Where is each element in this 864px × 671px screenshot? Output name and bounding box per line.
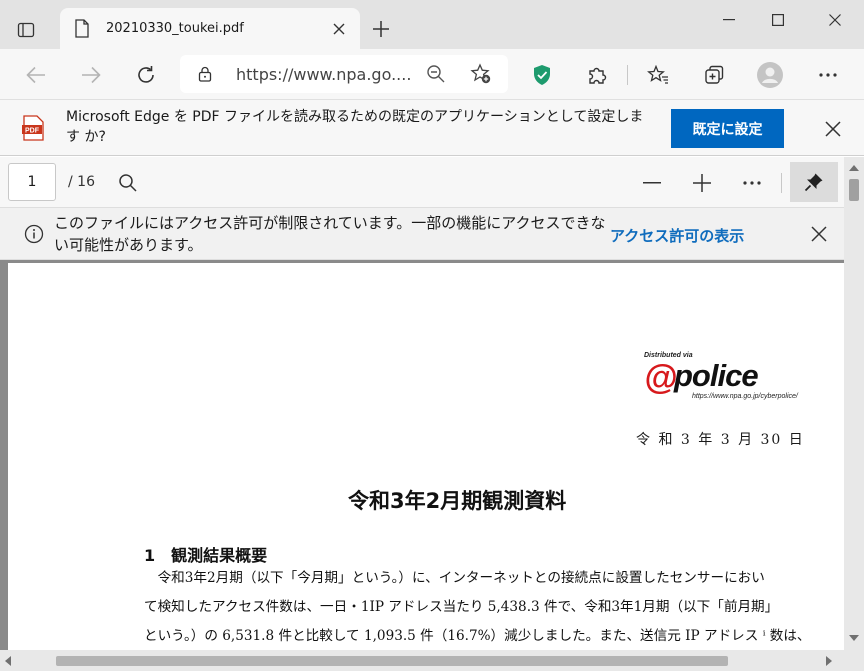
paragraph-line: 令和3年2月期（以下「今月期」という。）に、インターネットとの接続点に設置したセ… [144,570,765,586]
zoom-out-icon[interactable] [426,64,446,84]
toolbar-divider [627,65,628,85]
avatar-icon [757,62,783,88]
pdf-document-area[interactable]: Distributed via @ police https://www.npa… [0,260,844,650]
pdf-toolbar: 1 / 16 [0,157,864,208]
vertical-scroll-thumb[interactable] [849,179,859,201]
pdf-more-button[interactable] [738,169,766,197]
maximize-button[interactable] [751,0,805,40]
pin-icon [804,173,823,192]
document-icon [74,19,90,38]
close-icon [811,226,827,242]
close-icon [825,121,841,137]
pdf-icon: PDF [22,115,44,141]
horizontal-scrollbar[interactable] [0,650,864,671]
extensions-button[interactable] [581,59,613,91]
favorites-icon [647,65,668,84]
scroll-left-icon[interactable] [5,656,11,666]
minimize-icon [723,19,735,21]
view-permissions-link[interactable]: アクセス許可の表示 [610,225,744,246]
navigation-bar: https://www.npa.go.... [0,49,864,99]
document-title: 令和3年2月期観測資料 [348,489,567,513]
plus-icon [373,21,389,37]
favorites-button[interactable] [642,59,674,91]
zoom-out-button[interactable] [638,169,666,197]
more-icon [743,181,761,185]
body-paragraph: 令和3年2月期（以下「今月期」という。）に、インターネットとの接続点に設置したセ… [144,564,824,650]
refresh-button[interactable] [130,59,162,91]
collections-icon [705,65,724,84]
horizontal-scroll-thumb[interactable] [56,656,728,666]
minus-icon [643,182,661,184]
profile-button[interactable] [754,59,786,91]
vertical-scrollbar[interactable] [844,157,864,650]
infobar-close-button[interactable] [820,116,846,142]
scroll-right-icon[interactable] [826,656,832,666]
document-date: 令 和 3 年 3 月 30 日 [636,432,805,448]
toolbar-divider [781,173,782,193]
tab-actions-icon [17,22,35,38]
logo-brand: police [674,358,759,393]
shield-icon [534,65,550,85]
logo-url: https://www.npa.go.jp/cyberpolice/ [692,393,798,400]
pdf-badge-text: PDF [25,127,40,134]
arrow-right-icon [82,66,101,84]
collections-button[interactable] [698,59,730,91]
zoom-in-button[interactable] [688,169,716,197]
pin-toolbar-button[interactable] [790,162,838,202]
tab-actions-button[interactable] [8,12,44,48]
back-button[interactable] [20,59,52,91]
new-tab-button[interactable] [366,14,396,44]
page-number-input[interactable]: 1 [8,163,56,201]
find-button[interactable] [114,169,142,197]
url-text[interactable]: https://www.npa.go.... [236,65,411,84]
lock-icon[interactable] [198,66,212,82]
search-icon [119,174,137,192]
maximize-icon [772,14,784,26]
tab-title: 20210330_toukei.pdf [106,21,244,36]
scroll-up-icon[interactable] [849,165,859,171]
browser-essentials-button[interactable] [526,59,558,91]
arrow-left-icon [26,66,45,84]
address-bar[interactable]: https://www.npa.go.... [180,55,508,93]
infobar-message: Microsoft Edge を PDF ファイルを読み取るための既定のアプリケ… [66,109,644,145]
access-warning-message: このファイルにはアクセス許可が制限されています。一部の機能にアクセスできない可能… [54,214,606,254]
add-favorite-icon[interactable] [470,63,492,85]
close-icon [333,23,345,35]
forward-button[interactable] [75,59,107,91]
tab-close-button[interactable] [328,18,350,40]
minimize-button[interactable] [702,0,756,40]
settings-more-button[interactable] [812,59,844,91]
browser-tab[interactable]: 20210330_toukei.pdf [60,8,360,49]
title-bar: 20210330_toukei.pdf [0,0,864,49]
set-default-button[interactable]: 既定に設定 [671,109,784,148]
refresh-icon [138,66,154,83]
access-bar-close-button[interactable] [806,221,832,247]
paragraph-line: て検知したアクセス件数は、一日・1IP アドレス当たり 5,438.3 件で、令… [144,599,779,615]
more-icon [819,73,837,77]
puzzle-icon [589,67,607,84]
close-icon [829,14,841,26]
logo-at-mark: @ [644,359,678,397]
page-count: / 16 [68,174,95,190]
info-icon [24,224,44,244]
paragraph-line: という。）の 6,531.8 件と比較して 1,093.5 件（16.7%）減少… [144,628,811,644]
plus-icon [693,174,711,192]
close-window-button[interactable] [808,0,862,40]
default-pdf-infobar: PDF Microsoft Edge を PDF ファイルを読み取るための既定の… [0,99,864,156]
section-heading: 1 観測結果概要 [144,546,268,565]
scroll-down-icon[interactable] [849,635,859,641]
pdf-page: Distributed via @ police https://www.npa… [8,263,844,650]
access-restriction-bar: このファイルにはアクセス許可が制限されています。一部の機能にアクセスできない可能… [0,208,844,260]
cyberpolice-logo: Distributed via @ police https://www.npa… [644,349,824,409]
